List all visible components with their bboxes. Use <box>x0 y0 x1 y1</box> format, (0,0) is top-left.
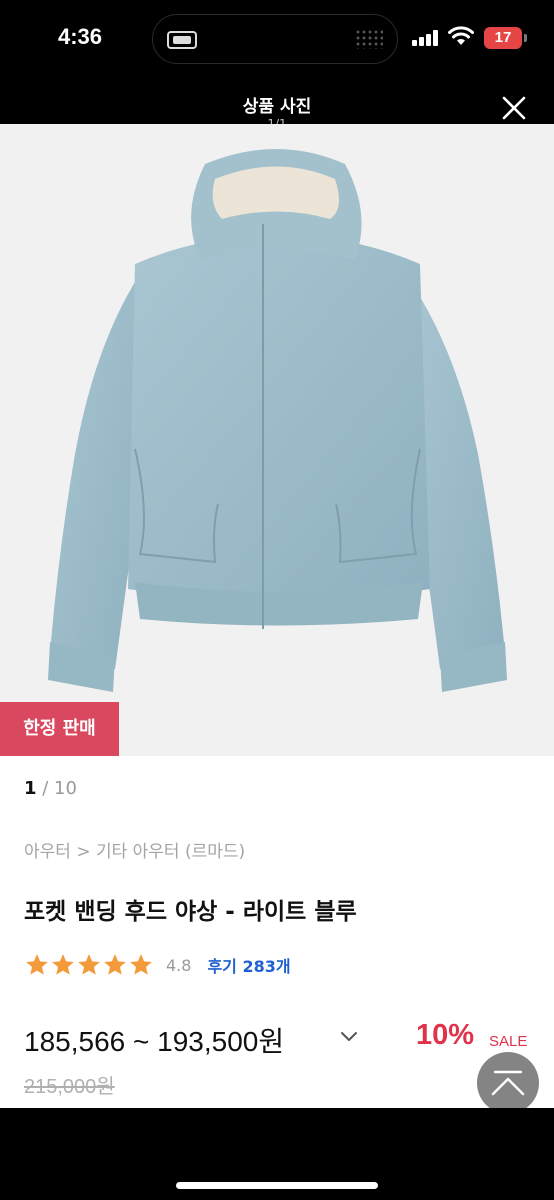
battery-indicator: 17 <box>484 27 527 49</box>
star-icon <box>130 954 152 975</box>
photo-viewer-header: 상품 사진 1/1 <box>0 80 554 131</box>
dynamic-island[interactable] <box>152 14 398 64</box>
cellular-signal-icon <box>412 30 440 46</box>
status-bar: 4:36 17 <box>0 0 554 80</box>
scroll-to-top-button[interactable] <box>477 1052 539 1114</box>
original-price: 215,000원 <box>24 1076 115 1098</box>
image-counter-total: / 10 <box>36 778 77 799</box>
breadcrumb[interactable]: 아우터 > 기타 아우터 (르마드) <box>24 837 245 862</box>
product-title: 포켓 밴딩 후드 야상 - 라이트 블루 <box>24 899 357 925</box>
star-icon <box>26 954 48 975</box>
dots-icon <box>355 29 383 49</box>
close-icon[interactable] <box>500 94 528 122</box>
rating-row: 4.8 후기 283개 <box>24 952 291 978</box>
limited-sale-badge: 한정 판매 <box>0 702 119 756</box>
rating-value: 4.8 <box>166 955 192 975</box>
status-time: 4:36 <box>58 24 103 49</box>
image-counter: 1 / 10 <box>24 778 77 799</box>
chevron-down-icon[interactable] <box>340 1030 358 1044</box>
review-count-link[interactable]: 후기 283개 <box>207 953 290 977</box>
home-indicator[interactable] <box>176 1182 378 1189</box>
star-icon <box>78 954 100 975</box>
jacket-illustration <box>48 149 507 692</box>
discount-rate: 10% <box>416 1019 475 1051</box>
product-image[interactable]: 한정 판매 <box>0 124 554 756</box>
wifi-icon <box>448 26 474 45</box>
rating-stars <box>24 952 154 978</box>
image-counter-current: 1 <box>24 778 37 799</box>
star-icon <box>52 954 74 975</box>
product-page[interactable]: 한정 판매 1 / 10 아우터 > 기타 아우터 (르마드) 포켓 밴딩 후드… <box>0 124 554 1108</box>
price-range: 185,566 ~ 193,500원 <box>24 1026 285 1057</box>
scroll-to-top-icon <box>491 1070 525 1096</box>
live-activity-icon <box>167 31 197 49</box>
sale-label: SALE <box>489 1033 528 1050</box>
star-icon <box>104 954 126 975</box>
viewer-title: 상품 사진 <box>242 97 312 117</box>
